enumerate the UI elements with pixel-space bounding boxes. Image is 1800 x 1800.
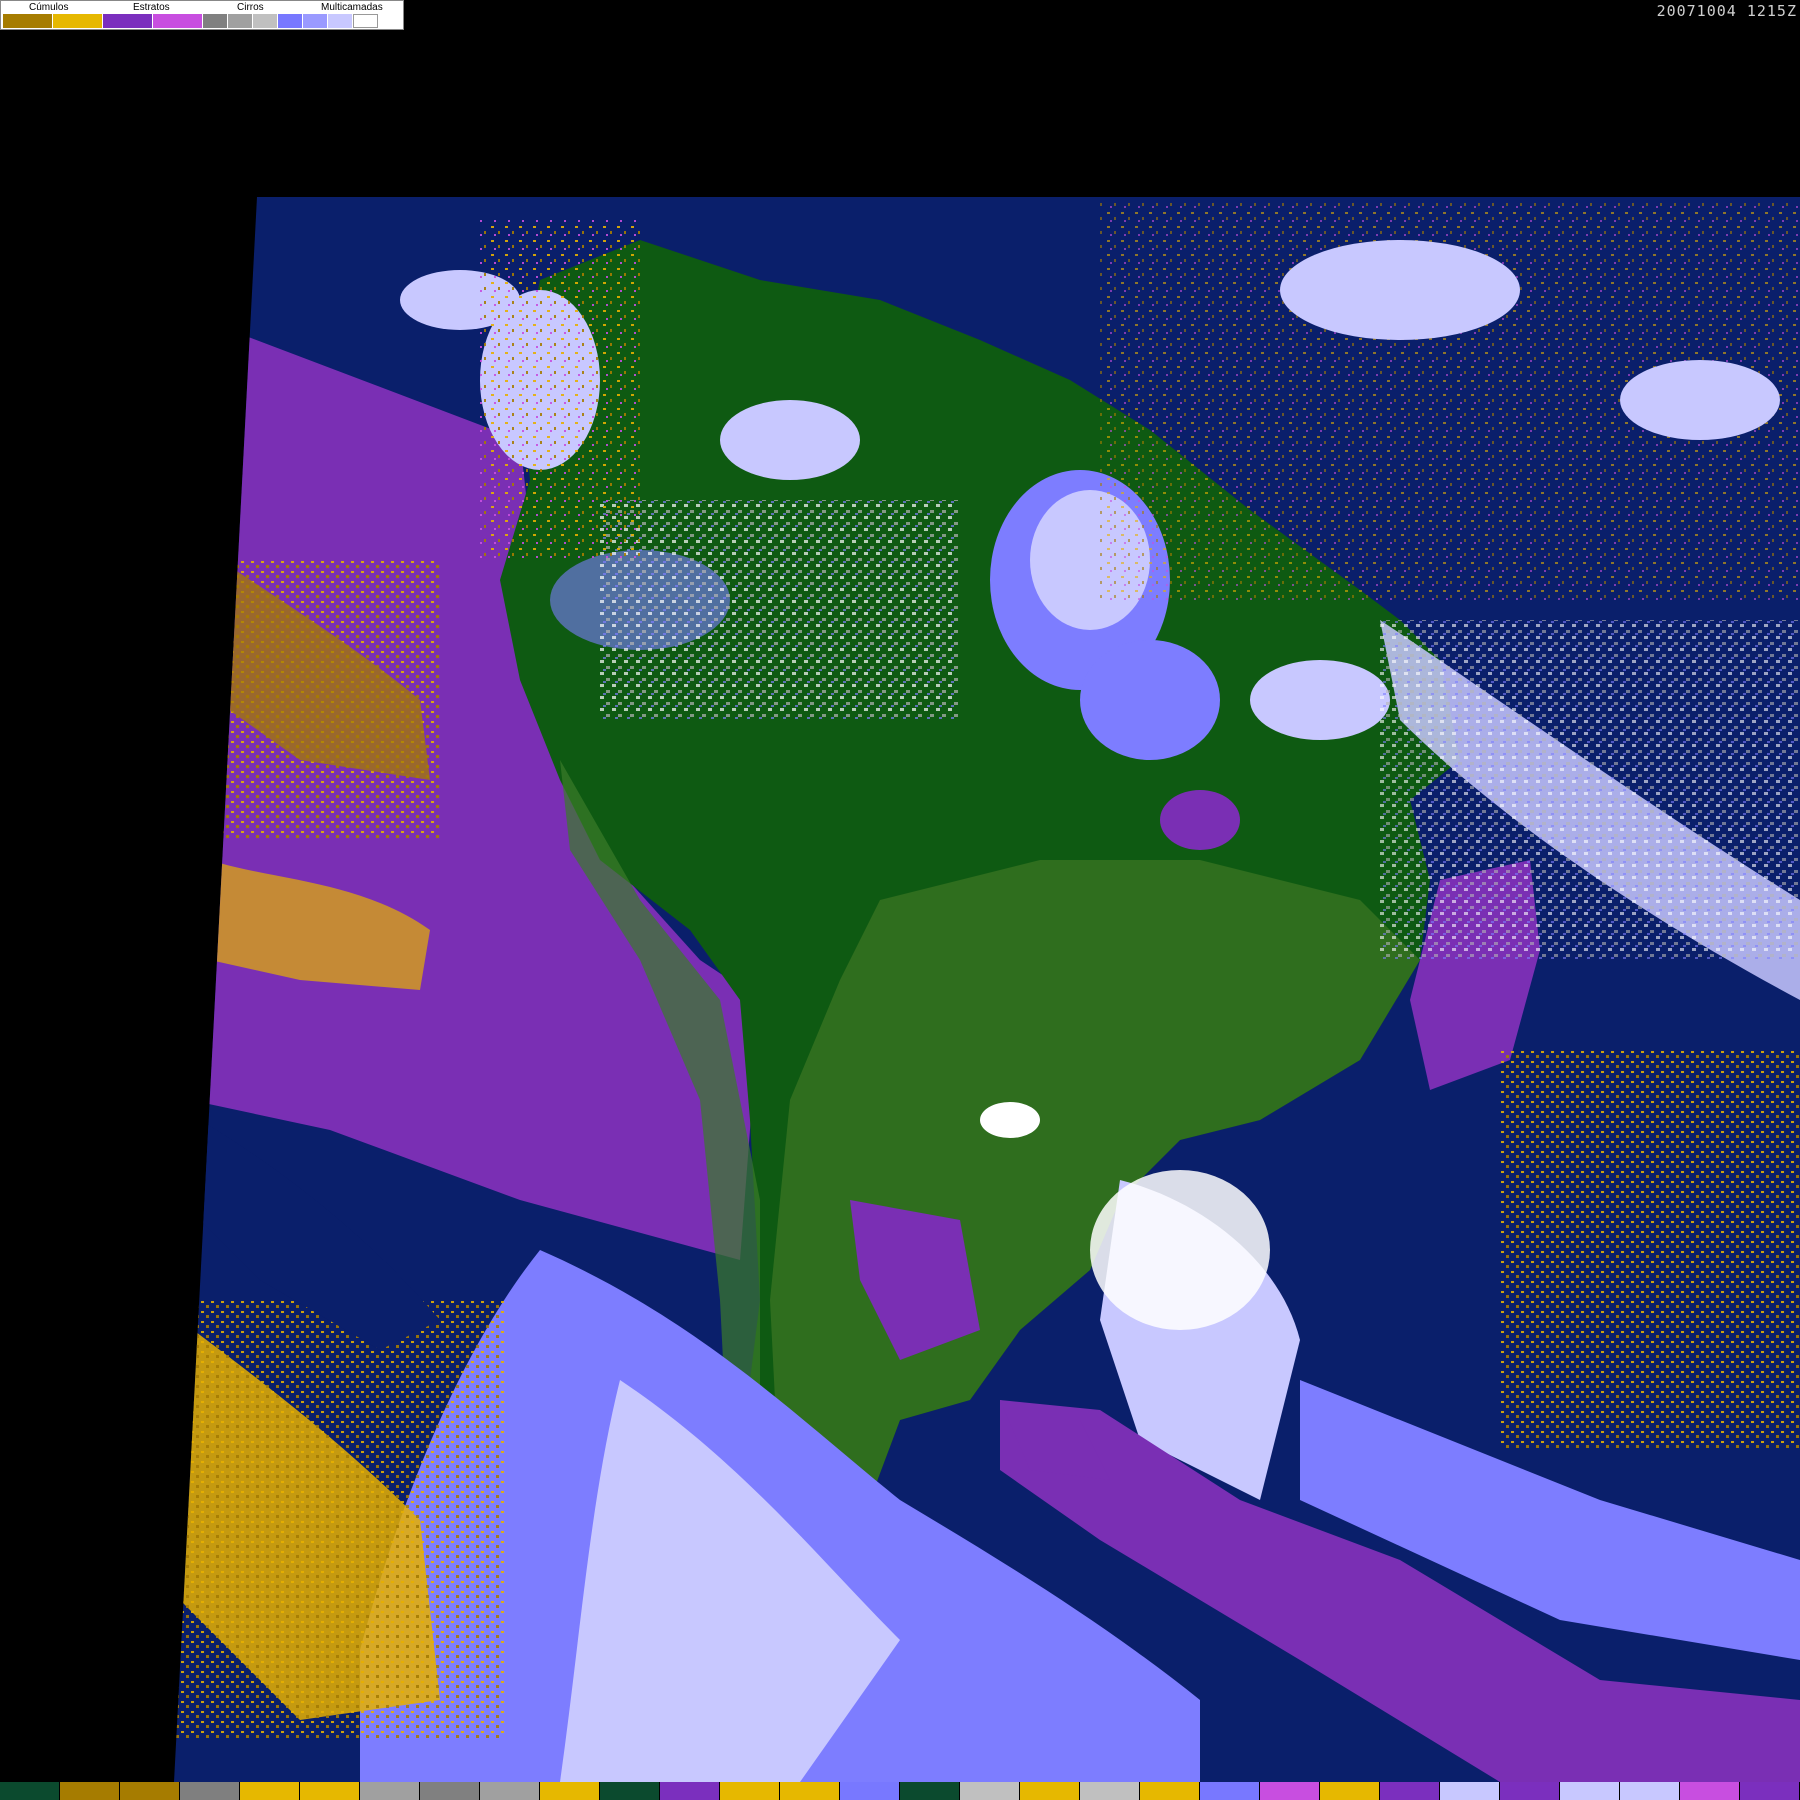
strip-cell — [1260, 1782, 1320, 1800]
strip-cell — [1500, 1782, 1560, 1800]
strip-cell — [1680, 1782, 1740, 1800]
strip-cell — [420, 1782, 480, 1800]
strip-cell — [120, 1782, 180, 1800]
strip-cell — [480, 1782, 540, 1800]
strip-cell — [1320, 1782, 1380, 1800]
satellite-cloud-map — [174, 197, 1800, 1782]
strip-cell — [180, 1782, 240, 1800]
strip-cell — [600, 1782, 660, 1800]
strip-cell — [1740, 1782, 1800, 1800]
strip-cell — [1140, 1782, 1200, 1800]
strip-cell — [1380, 1782, 1440, 1800]
strip-cell — [660, 1782, 720, 1800]
strip-cell — [240, 1782, 300, 1800]
strip-cell — [1560, 1782, 1620, 1800]
strip-cell — [1620, 1782, 1680, 1800]
strip-cell — [780, 1782, 840, 1800]
strip-cell — [960, 1782, 1020, 1800]
strip-cell — [1020, 1782, 1080, 1800]
strip-cell — [1440, 1782, 1500, 1800]
strip-cell — [1200, 1782, 1260, 1800]
strip-cell — [900, 1782, 960, 1800]
strip-cell — [720, 1782, 780, 1800]
bottom-color-strip — [0, 1782, 1800, 1800]
strip-cell — [540, 1782, 600, 1800]
strip-cell — [360, 1782, 420, 1800]
strip-cell — [1080, 1782, 1140, 1800]
strip-cell — [60, 1782, 120, 1800]
strip-cell — [300, 1782, 360, 1800]
strip-cell — [0, 1782, 60, 1800]
strip-cell — [840, 1782, 900, 1800]
